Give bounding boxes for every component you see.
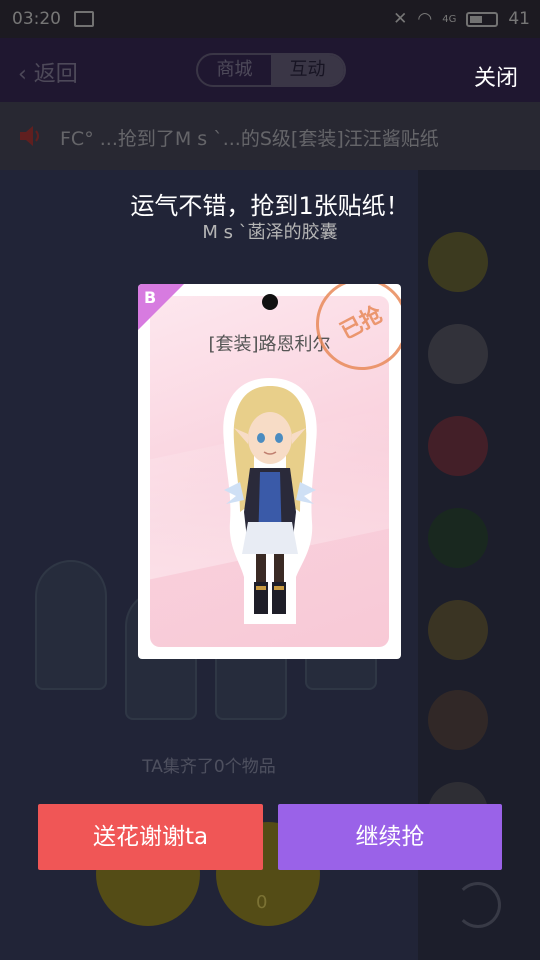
close-button[interactable]: 关闭 (474, 60, 518, 92)
sticker-card: B [套装]路恩利尔 已抢 (138, 284, 401, 659)
card-hole (262, 294, 278, 310)
result-headline: 运气不错，抢到1张贴纸！ (130, 192, 410, 220)
grade-badge: B (144, 288, 157, 307)
continue-grab-button[interactable]: 继续抢 (278, 804, 502, 870)
send-flower-button[interactable]: 送花谢谢ta (38, 804, 263, 870)
capsule-owner: M s `菡泽的胶囊 (202, 222, 338, 243)
character-sticker-image (223, 378, 317, 624)
